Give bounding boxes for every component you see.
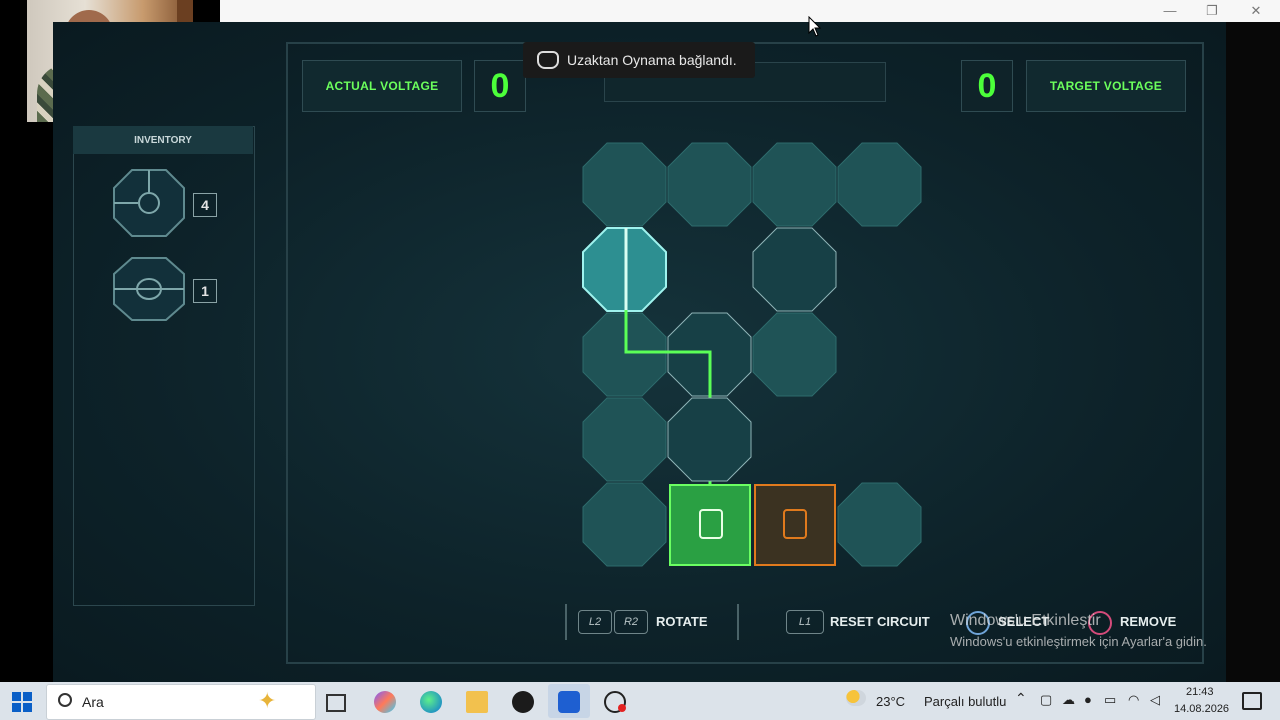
grid-cell[interactable] [837,142,922,227]
grid-tile-straight[interactable] [667,397,752,482]
toast-text: Uzaktan Oynama bağlandı. [567,52,737,68]
restore-button[interactable]: ❐ [1192,2,1232,20]
inventory-count-straight: 1 [193,279,217,303]
cloud-icon[interactable]: ☁ [1062,692,1075,708]
grid-cell[interactable] [752,142,837,227]
grid-cell[interactable] [667,142,752,227]
weather-icon [846,690,866,706]
power-source-tile [669,484,751,566]
r2-button[interactable]: R2 [614,610,648,634]
copilot-icon[interactable] [374,691,396,713]
grid-cell[interactable] [582,397,667,482]
wifi-icon[interactable]: ◠ [1128,692,1139,708]
search-icon [58,693,72,707]
grid-cell[interactable] [582,482,667,567]
grid-cell[interactable] [752,312,837,397]
copilot-sparkle-icon: ✦ [258,688,277,713]
ps-remote-play-icon[interactable] [558,691,580,713]
actual-voltage-label: ACTUAL VOLTAGE [302,60,462,112]
taskbar-search-placeholder: Ara [82,694,104,710]
task-view-icon[interactable] [326,694,346,712]
output-target-tile [754,484,836,566]
recording-dot-icon [618,704,626,712]
target-voltage-label: TARGET VOLTAGE [1026,60,1186,112]
window-title-bar: — ❐ ✕ [220,0,1280,22]
chevron-up-icon[interactable]: ⌃ [1015,690,1027,707]
weather-temperature[interactable]: 23°C [876,694,905,709]
rotate-label[interactable]: ROTATE [656,614,708,629]
gamepad-icon [537,51,559,69]
speaker-icon[interactable]: ◁ [1150,692,1160,708]
clock-time[interactable]: 21:43 [1186,686,1214,698]
controls-bar-divider-left [565,604,567,640]
inventory-tile-corner-icon[interactable] [112,168,186,238]
notification-icon[interactable] [1242,692,1262,710]
clock-date[interactable]: 14.08.2026 [1174,703,1229,715]
reset-circuit-label[interactable]: RESET CIRCUIT [830,614,930,629]
system-tray-icon[interactable]: ▢ [1040,692,1052,708]
l2-button[interactable]: L2 [578,610,612,634]
edge-browser-icon[interactable] [420,691,442,713]
inventory-title: INVENTORY [73,126,253,154]
actual-voltage-value: 0 [474,60,526,112]
activation-watermark-title: Windows'u Etkinleştir [950,612,1101,629]
file-explorer-icon[interactable] [466,691,488,713]
controls-bar-divider-mid [737,604,739,640]
activation-watermark-subtitle: Windows'u etkinleştirmek için Ayarlar'a … [950,634,1207,649]
minimize-button[interactable]: — [1150,2,1190,20]
grid-tile-straight[interactable] [752,227,837,312]
target-voltage-value: 0 [961,60,1013,112]
weather-description[interactable]: Parçalı bulutlu [924,694,1006,709]
circuit-grid[interactable] [580,140,926,572]
mouse-cursor-icon [808,16,822,37]
remove-label[interactable]: REMOVE [1120,614,1176,629]
windows-start-icon[interactable] [12,692,32,712]
window-edge [1226,22,1280,682]
battery-icon[interactable]: ▭ [1104,692,1116,708]
l1-button[interactable]: L1 [786,610,824,634]
microphone-icon[interactable]: ● [1084,692,1092,707]
remote-play-toast: Uzaktan Oynama bağlandı. [523,42,755,78]
screen: — ❐ ✕ ACTUAL VOLTAGE 0 0 TARGET VOLTAGE … [0,0,1280,720]
inventory-tile-straight-icon[interactable] [112,256,186,322]
obs-icon[interactable] [512,691,534,713]
grid-cell[interactable] [582,142,667,227]
inventory-count-corner: 4 [193,193,217,217]
close-button[interactable]: ✕ [1236,2,1276,20]
grid-cell[interactable] [837,482,922,567]
